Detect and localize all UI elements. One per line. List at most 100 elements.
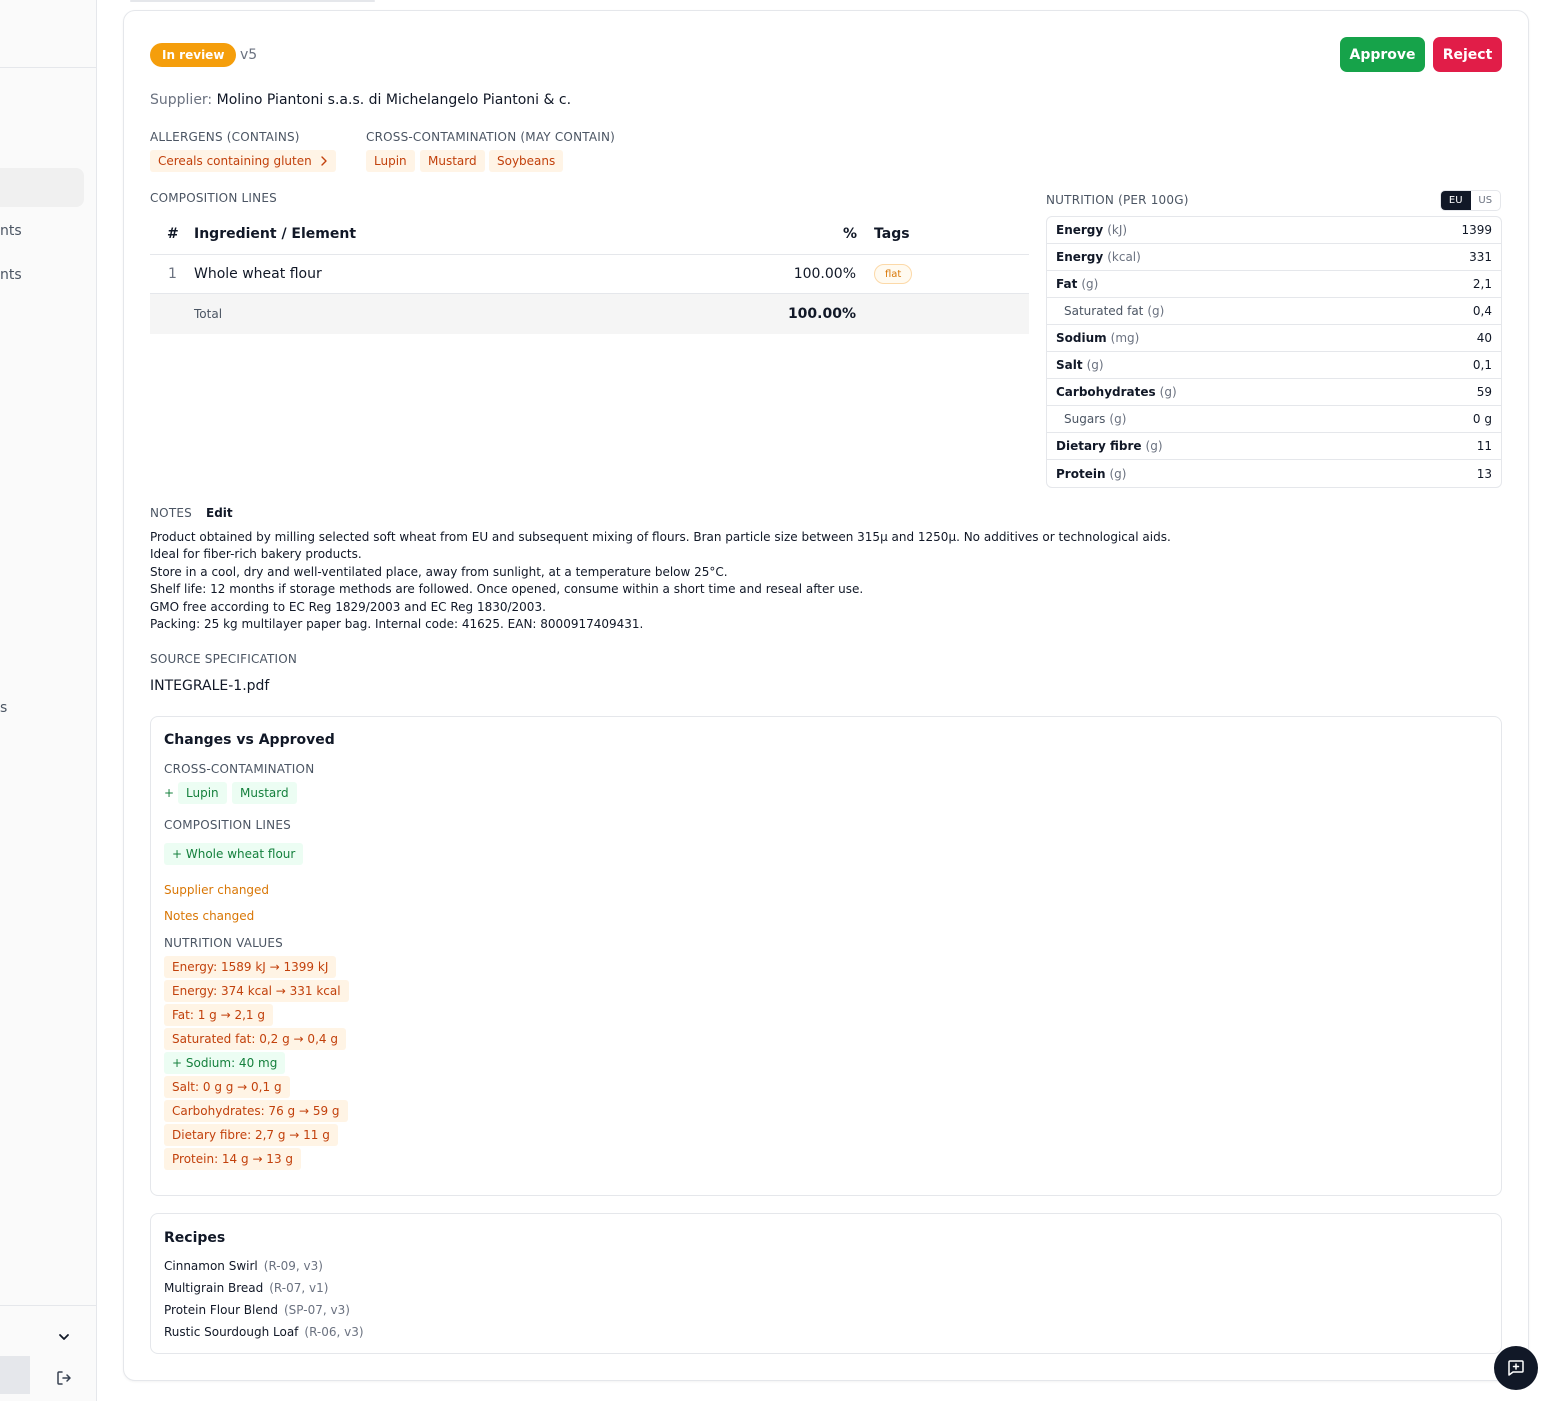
changes-cross-label: CROSS-CONTAMINATION <box>164 762 315 776</box>
notes-line: Store in a cool, dry and well-ventilated… <box>150 564 728 579</box>
nutrition-row: Sugars (g) 0 g <box>1047 406 1501 433</box>
approve-button[interactable]: Approve <box>1340 37 1425 72</box>
nutrition-name: Dietary fibre (g) <box>1056 439 1163 453</box>
nutrition-row: Protein (g) 13 <box>1047 460 1501 487</box>
toggle-eu[interactable]: EU <box>1441 191 1471 210</box>
nutrition-name: Sugars (g) <box>1064 412 1126 426</box>
nutrition-change-chip: + Sodium: 40 mg <box>164 1052 286 1074</box>
changes-composition-label: COMPOSITION LINES <box>164 818 291 832</box>
notes-line: Product obtained by milling selected sof… <box>150 530 1171 544</box>
notes-edit-button[interactable]: Edit <box>206 506 233 520</box>
change-chip-composition: + Whole wheat flour <box>164 843 304 865</box>
toggle-us[interactable]: US <box>1471 191 1501 210</box>
cross-chip-mustard: Mustard <box>420 150 485 172</box>
recipe-name: Protein Flour Blend <box>164 1303 278 1317</box>
nutrient-value: 2,1 <box>1472 277 1492 291</box>
supplier-name: Molino Piantoni s.a.s. di Michelangelo P… <box>216 92 572 108</box>
nutrition-change-chip: Saturated fat: 0,2 g → 0,4 g <box>164 1028 346 1050</box>
notes-changed: Notes changed <box>164 909 255 923</box>
table-row[interactable]: 1 Whole wheat flour 100.00% flat <box>150 255 1029 294</box>
chevron-down-icon[interactable] <box>54 1327 74 1347</box>
nutrition-name: Energy (kcal) <box>1056 250 1141 264</box>
chevron-right-icon <box>320 156 328 166</box>
feedback-button[interactable] <box>1494 1346 1538 1390</box>
allergen-chip[interactable]: Cereals containing gluten <box>150 150 336 172</box>
reject-button[interactable]: Reject <box>1433 37 1502 72</box>
supplier-label: Supplier: <box>150 92 213 108</box>
nutrient-label: Sugars <box>1064 412 1106 426</box>
nutrient-label: Energy <box>1056 250 1104 264</box>
source-file-link[interactable]: INTEGRALE-1.pdf <box>150 678 269 694</box>
recipe-code: (R-09, v3) <box>263 1259 323 1273</box>
sidebar-item-2[interactable]: nts <box>0 267 22 283</box>
composition-table: # Ingredient / Element % Tags 1 Whole wh… <box>150 214 1029 334</box>
nutrition-name: Sodium (mg) <box>1056 331 1139 345</box>
nutrition-name: Saturated fat (g) <box>1064 304 1164 318</box>
nutrition-row: Sodium (mg) 40 <box>1047 325 1501 352</box>
nutrition-row: Salt (g) 0,1 <box>1047 352 1501 379</box>
nutrition-change-chip: Protein: 14 g → 13 g <box>164 1148 302 1170</box>
recipe-name: Cinnamon Swirl <box>164 1259 258 1273</box>
recipe-name: Multigrain Bread <box>164 1281 264 1295</box>
nutrient-unit: (g) <box>1145 439 1163 453</box>
nutrition-change-chip: Energy: 374 kcal → 331 kcal <box>164 980 349 1002</box>
recipe-code: (R-07, v1) <box>269 1281 329 1295</box>
avatar[interactable] <box>0 1356 30 1394</box>
sidebar-item-active[interactable] <box>0 168 84 207</box>
nutrition-name: Fat (g) <box>1056 277 1098 291</box>
recipe-code: (SP-07, v3) <box>283 1303 350 1317</box>
nutrition-row: Energy (kcal) 331 <box>1047 244 1501 271</box>
table-total-row: Total 100.00% <box>150 294 1029 334</box>
nutrient-value: 59 <box>1476 385 1492 399</box>
nutrient-value: 0,4 <box>1472 304 1492 318</box>
notes-line: Shelf life: 12 months if storage methods… <box>150 582 864 597</box>
nutrient-label: Salt <box>1056 358 1083 372</box>
unit-toggle[interactable]: EU US <box>1440 190 1501 211</box>
version-label: v5 <box>240 47 258 63</box>
changes-title: Changes vs Approved <box>164 732 335 748</box>
recipe-code: (R-06, v3) <box>304 1325 364 1339</box>
nutrient-unit: (g) <box>1109 412 1127 426</box>
nutrition-name: Salt (g) <box>1056 358 1104 372</box>
change-chip-lupin: Lupin <box>178 782 227 804</box>
recipe-item[interactable]: Protein Flour Blend (SP-07, v3) <box>164 1303 350 1317</box>
nutrient-value: 11 <box>1476 439 1492 453</box>
nutrient-label: Saturated fat <box>1064 304 1144 318</box>
nutrition-row: Dietary fibre (g) 11 <box>1047 433 1501 460</box>
recipes-title: Recipes <box>164 1230 226 1246</box>
supplier-changed: Supplier changed <box>164 883 270 897</box>
nutrition-change-chip: Dietary fibre: 2,7 g → 11 g <box>164 1124 338 1146</box>
tab-underline <box>130 0 375 2</box>
nutrient-unit: (g) <box>1159 385 1177 399</box>
col-ingredient: Ingredient / Element <box>194 226 357 242</box>
notes-line: Packing: 25 kg multilayer paper bag. Int… <box>150 617 644 632</box>
recipe-item[interactable]: Cinnamon Swirl (R-09, v3) <box>164 1259 323 1273</box>
cross-contamination-label: CROSS-CONTAMINATION (MAY CONTAIN) <box>366 130 616 144</box>
nutrient-unit: (kJ) <box>1107 223 1128 237</box>
recipe-item[interactable]: Multigrain Bread (R-07, v1) <box>164 1281 328 1295</box>
notes-line: GMO free according to EC Reg 1829/2003 a… <box>150 599 546 614</box>
nutrient-value: 13 <box>1476 466 1492 481</box>
notes-label: NOTES <box>150 506 192 520</box>
nutrition-row: Energy (kJ) 1399 <box>1047 217 1501 244</box>
nutrient-label: Energy <box>1056 223 1104 237</box>
recipe-item[interactable]: Rustic Sourdough Loaf (R-06, v3) <box>164 1325 364 1339</box>
nutrient-label: Sodium <box>1056 331 1107 345</box>
row-num: 1 <box>168 266 177 282</box>
sidebar-divider-bottom <box>0 1305 96 1306</box>
col-num: # <box>167 226 179 242</box>
nutrient-value: 331 <box>1469 250 1492 264</box>
nutrient-label: Fat <box>1056 277 1078 291</box>
recipe-name: Rustic Sourdough Loaf <box>164 1325 299 1339</box>
sidebar-item-1[interactable]: nts <box>0 223 22 239</box>
cross-chip-lupin: Lupin <box>366 150 415 172</box>
logout-icon[interactable] <box>54 1368 74 1388</box>
sidebar: nts nts s <box>0 0 97 1401</box>
nutrient-label: Dietary fibre <box>1056 439 1142 453</box>
nutrition-name: Carbohydrates (g) <box>1056 385 1177 399</box>
nutrient-label: Carbohydrates <box>1056 385 1156 399</box>
nutrient-unit: (g) <box>1086 358 1104 372</box>
nutrient-value: 0 g <box>1472 412 1492 426</box>
sidebar-item-3[interactable]: s <box>0 700 7 716</box>
total-value: 100.00% <box>787 306 856 322</box>
